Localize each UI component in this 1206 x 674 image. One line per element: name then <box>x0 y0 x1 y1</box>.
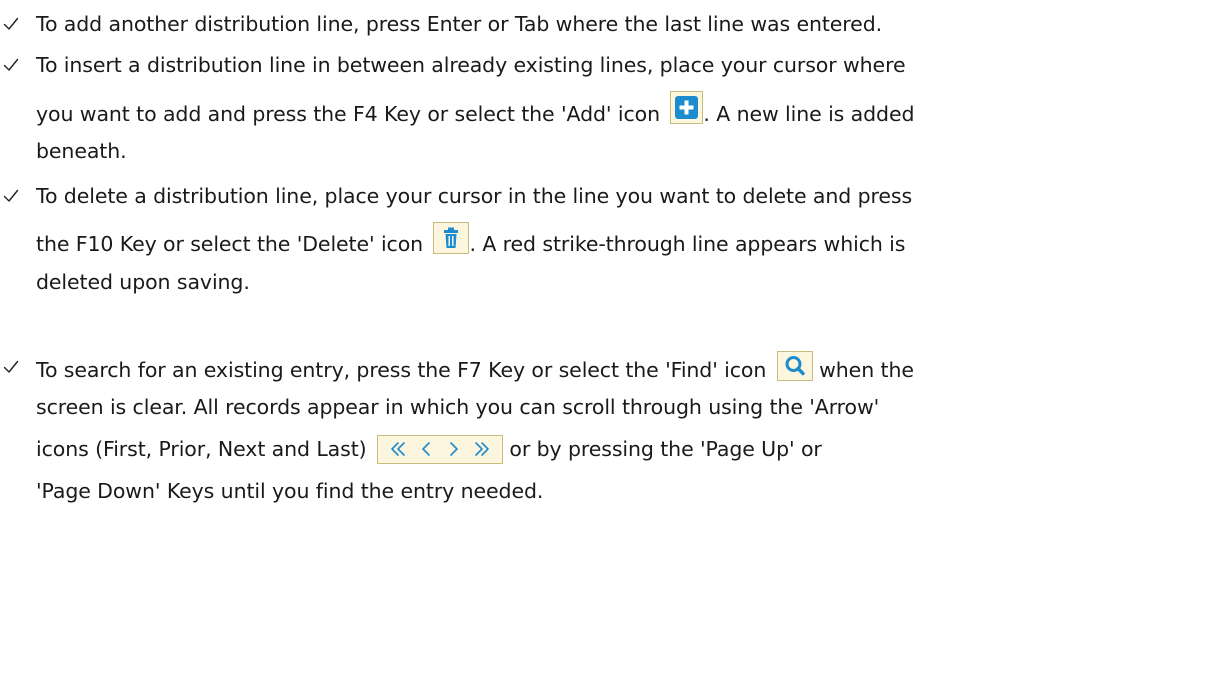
bullet-text-line: To search for an existing entry, press t… <box>36 351 914 384</box>
prior-icon <box>422 442 430 456</box>
bullet-text-line: To add another distribution line, press … <box>36 12 883 36</box>
check-icon <box>3 189 19 202</box>
bullet-text-line: the F10 Key or select the 'Delete' icon … <box>36 222 906 258</box>
first-icon <box>391 442 405 456</box>
nav-arrows-icon-group <box>376 434 503 464</box>
bullet-text-line: To insert a distribution line in between… <box>36 53 906 77</box>
bullet-text-line: deleted upon saving. <box>36 270 250 294</box>
bullet-text-segment: . A new line is added <box>703 102 915 126</box>
next-icon <box>450 442 458 456</box>
bullet-text-segment: icons (First, Prior, Next and Last) <box>36 437 367 461</box>
bullet-text-line: 'Page Down' Keys until you find the entr… <box>36 479 544 503</box>
bullet-text-segment: To search for an existing entry, press t… <box>36 358 767 382</box>
bullet-text-segment: the F10 Key or select the 'Delete' icon <box>36 232 424 256</box>
bullet-text-line: icons (First, Prior, Next and Last) or b… <box>36 434 822 467</box>
bullet-text-line: To delete a distribution line, place you… <box>36 184 913 208</box>
bullet-text-line: beneath. <box>36 139 127 163</box>
find-icon <box>776 351 813 381</box>
last-icon <box>475 442 489 456</box>
bullet-text-segment: or by pressing the 'Page Up' or <box>509 437 822 461</box>
bullet-text-line: screen is clear. All records appear in w… <box>36 395 880 419</box>
instructions-document: To add another distribution line, press … <box>0 0 1206 674</box>
check-icon <box>3 17 19 30</box>
bullet-text-line: you want to add and press the F4 Key or … <box>36 91 915 128</box>
check-icon <box>3 58 19 71</box>
check-icon <box>3 360 19 373</box>
add-icon <box>670 91 704 124</box>
bullet-text-segment: you want to add and press the F4 Key or … <box>36 102 660 126</box>
delete-icon <box>433 222 470 254</box>
bullet-text-segment: . A red strike-through line appears whic… <box>469 232 906 256</box>
bullet-text-segment: when the <box>819 358 914 382</box>
